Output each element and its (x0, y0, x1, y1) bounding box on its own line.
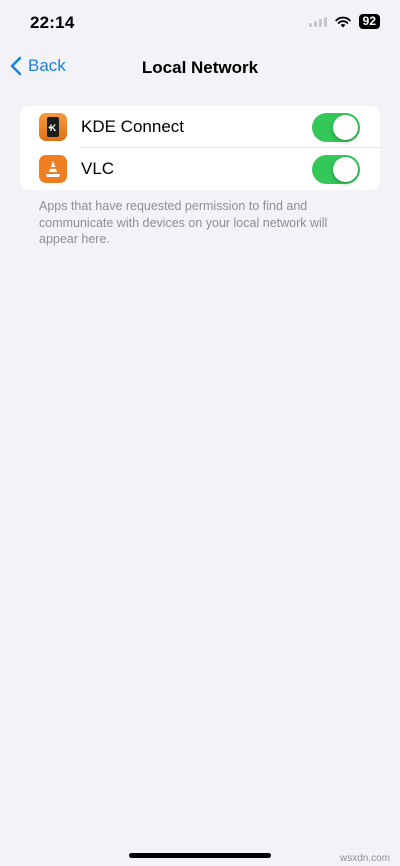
toggle-knob (333, 114, 358, 140)
list-item-vlc: VLC (20, 148, 380, 190)
navigation-bar: Back Local Network (0, 48, 400, 88)
status-indicators: 92 (308, 14, 380, 29)
status-bar: 22:14 92 (0, 0, 400, 48)
app-name: KDE Connect (81, 117, 184, 136)
back-button[interactable]: Back (10, 56, 66, 76)
chevron-left-icon (10, 56, 22, 76)
back-label: Back (28, 56, 66, 75)
svg-text:K: K (50, 123, 57, 133)
battery-icon: 92 (358, 14, 380, 29)
kde-connect-app-icon: K (39, 113, 67, 141)
home-indicator[interactable] (129, 853, 271, 858)
watermark: wsxdn.com (339, 853, 390, 864)
app-permission-list: K KDE Connect VLC (20, 106, 380, 190)
status-time: 22:14 (30, 13, 75, 32)
kde-connect-toggle[interactable] (312, 112, 360, 142)
vlc-toggle[interactable] (312, 154, 360, 184)
cellular-signal-icon (308, 16, 327, 27)
app-name: VLC (81, 159, 115, 178)
footer-note: Apps that have requested permission to f… (39, 199, 328, 246)
wifi-icon (334, 16, 351, 28)
vlc-app-icon (39, 155, 67, 183)
toggle-knob (333, 156, 358, 182)
list-item-kde-connect: K KDE Connect (20, 106, 380, 148)
